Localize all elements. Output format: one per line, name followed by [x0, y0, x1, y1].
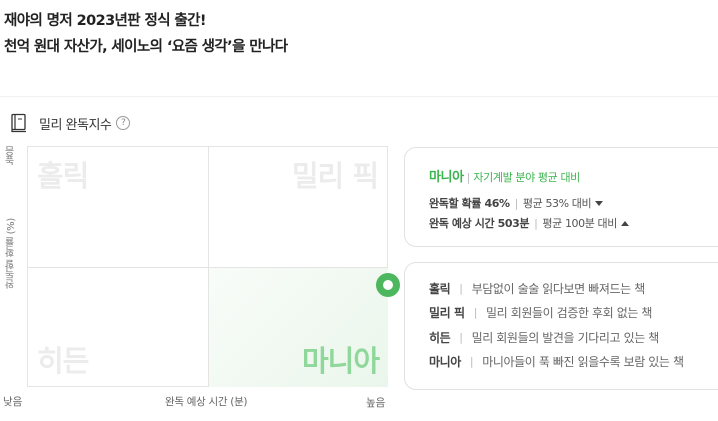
quadrant-hidden: 히든	[37, 344, 89, 378]
completion-rate-label: 완독할 확률 46%	[429, 197, 510, 210]
headline-line2: 천억 원대 자산가, 세이노의 ‘요즘 생각’을 만나다	[4, 39, 288, 55]
legend-name: 밀리 픽	[429, 306, 465, 320]
x-axis-low-label: 낮음	[3, 396, 23, 408]
legend-card: 홀릭 | 부담없이 술술 읽다보면 빠져드는 책 밀리 픽 | 밀리 회원들이 …	[404, 262, 718, 390]
quadrant-chart: 홀릭 밀리 픽 히든 마니아	[27, 146, 388, 387]
legend-name: 마니아	[429, 355, 461, 369]
up-arrow-icon	[621, 220, 629, 226]
legend-desc: 부담없이 술술 읽다보면 빠져드는 책	[471, 282, 646, 296]
summary-header: 마니아 | 자기계발 분야 평균 대비	[429, 166, 580, 185]
summary-card: 마니아 | 자기계발 분야 평균 대비 완독할 확률 46% | 평균 53% …	[404, 147, 718, 247]
x-axis-high-label: 높음	[366, 397, 386, 409]
quadrant-mania: 마니아	[301, 344, 380, 378]
y-axis-high-label: 높음	[6, 146, 17, 166]
legend-separator: |	[459, 282, 463, 295]
book-icon	[10, 113, 28, 133]
headline-line1: 재야의 명저 2023년판 정식 출간!	[4, 13, 207, 29]
legend-separator: |	[459, 331, 463, 344]
quadrant-holic: 홀릭	[37, 159, 89, 193]
legend-desc: 밀리 회원들의 발견을 기다리고 있는 책	[471, 331, 660, 345]
question-icon[interactable]: ?	[116, 116, 131, 130]
legend-item: 히든 | 밀리 회원들의 발견을 기다리고 있는 책	[429, 329, 659, 346]
completion-rate-row: 완독할 확률 46% | 평균 53% 대비	[429, 195, 604, 211]
horizontal-divider	[28, 267, 387, 268]
section-title: 밀리 완독지수	[39, 117, 112, 133]
down-arrow-icon	[595, 200, 604, 206]
reading-time-label: 완독 예상 시간 503분	[429, 217, 530, 230]
x-axis-label: 완독 예상 시간 (분)	[165, 396, 248, 408]
legend-name: 홀릭	[429, 282, 451, 296]
summary-category: 마니아	[429, 170, 464, 185]
headline: 재야의 명저 2023년판 정식 출간! 천억 원대 자산가, 세이노의 ‘요즘…	[4, 8, 288, 60]
legend-item: 마니아 | 마니아들이 푹 빠진 읽을수록 보람 있는 책	[429, 353, 684, 370]
completion-rate-average: 평균 53% 대비	[522, 197, 592, 210]
row-separator: |	[514, 196, 519, 210]
y-axis-label: 완독할 확률 (%)	[6, 218, 17, 289]
book-position-marker	[376, 273, 400, 297]
legend-separator: |	[473, 306, 478, 319]
legend-name: 히든	[429, 331, 451, 345]
legend-desc: 밀리 회원들이 검증한 후회 없는 책	[486, 306, 653, 320]
row-separator: |	[534, 216, 538, 230]
summary-separator: |	[466, 171, 471, 184]
summary-subtitle: 자기계발 분야 평균 대비	[473, 171, 580, 184]
reading-time-average: 평균 100분 대비	[542, 217, 617, 230]
divider	[0, 96, 718, 97]
legend-item: 밀리 픽 | 밀리 회원들이 검증한 후회 없는 책	[429, 304, 652, 321]
section-header: 밀리 완독지수 ?	[10, 112, 131, 134]
quadrant-milli-pick: 밀리 픽	[291, 159, 379, 193]
legend-item: 홀릭 | 부담없이 술술 읽다보면 빠져드는 책	[429, 280, 645, 297]
reading-time-row: 완독 예상 시간 503분 | 평균 100분 대비	[429, 215, 629, 231]
legend-desc: 마니아들이 푹 빠진 읽을수록 보람 있는 책	[482, 355, 684, 369]
legend-separator: |	[469, 355, 474, 368]
